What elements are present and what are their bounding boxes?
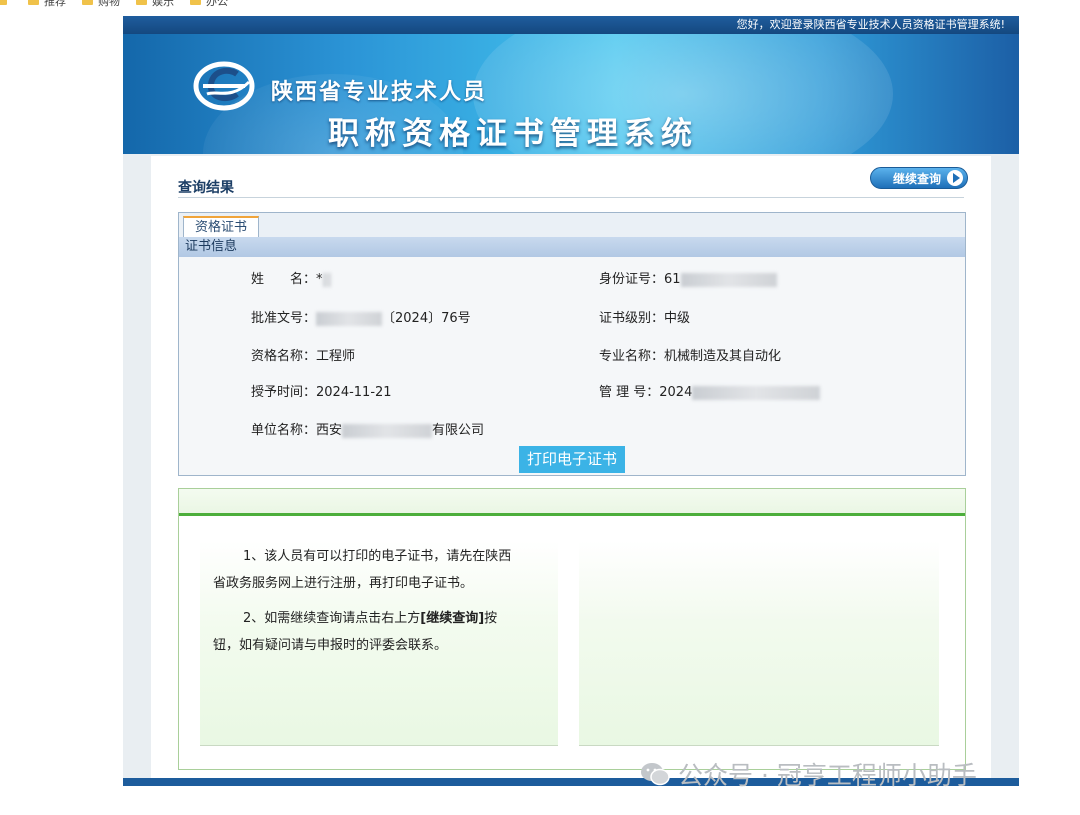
field-grant-date: 授予时间：2024-11-21	[251, 385, 392, 400]
field-id-number: 身份证号：61	[599, 268, 777, 287]
bookmark-item[interactable]: 娱乐	[136, 0, 174, 9]
tab-qualification-certificate[interactable]: 资格证书	[183, 216, 259, 237]
folder-icon	[190, 0, 201, 5]
notice-header-bar	[179, 489, 965, 516]
field-major-name: 专业名称：机械制造及其自动化	[599, 349, 782, 364]
notice-paragraph-1: 1、该人员有可以打印的电子证书，请先在陕西 省政务服务网上进行注册，再打印电子证…	[213, 549, 512, 591]
main-content: 查询结果 继续查询 资格证书 证书信息 姓 名：* 身份证号：61 批准文号：〔…	[151, 156, 991, 786]
bookmark-item[interactable]	[0, 0, 12, 5]
folder-icon	[0, 0, 7, 5]
notice-box: 1、该人员有可以打印的电子证书，请先在陕西 省政务服务网上进行注册，再打印电子证…	[178, 488, 966, 770]
notice-right-panel	[579, 541, 939, 746]
field-certificate-level: 证书级别：中级	[599, 311, 691, 326]
tab-bar: 资格证书	[179, 213, 965, 238]
certificate-panel: 资格证书 证书信息 姓 名：* 身份证号：61 批准文号： 〔2024〕76号 证…	[178, 212, 966, 476]
continue-query-button[interactable]: 继续查询	[870, 167, 968, 189]
page-container: 您好，欢迎登录陕西省专业技术人员资格证书管理系统! 陕西省专业技术人员 职称资格…	[123, 16, 1019, 786]
section-header: 证书信息	[179, 237, 965, 257]
result-title: 查询结果	[178, 180, 234, 196]
continue-query-reference: [继续查询]	[420, 611, 485, 626]
bookmark-item[interactable]: 推荐	[28, 0, 66, 9]
field-qualification-name: 资格名称：工程师	[251, 349, 356, 364]
folder-icon	[136, 0, 147, 5]
field-unit-name: 单位名称：西安 有限公司	[251, 423, 485, 438]
field-approval-number: 批准文号： 〔2024〕76号	[251, 311, 471, 326]
header-banner: 陕西省专业技术人员 职称资格证书管理系统	[123, 34, 1019, 154]
play-arrow-icon	[947, 170, 963, 186]
system-title-line2: 职称资格证书管理系统	[328, 116, 698, 152]
print-certificate-button[interactable]: 打印电子证书	[519, 446, 625, 473]
notice-paragraph-2: 2、如需继续查询请点击右上方[继续查询]按 钮，如有疑问请与申报时的评委会联系。	[213, 611, 498, 653]
welcome-strip: 您好，欢迎登录陕西省专业技术人员资格证书管理系统!	[123, 16, 1019, 34]
system-logo-icon	[193, 61, 255, 111]
folder-icon	[82, 0, 93, 5]
system-title-line1: 陕西省专业技术人员	[271, 80, 488, 105]
field-name: 姓 名：*	[251, 268, 331, 287]
result-header: 查询结果 继续查询	[178, 167, 968, 198]
welcome-text: 您好，欢迎登录陕西省专业技术人员资格证书管理系统!	[736, 18, 1005, 31]
bookmark-item[interactable]: 办公	[190, 0, 228, 9]
folder-icon	[28, 0, 39, 5]
bookmark-item[interactable]: 购物	[82, 0, 120, 9]
field-management-number: 管 理 号：2024	[599, 381, 821, 400]
watermark: 公众号 · 冠亨工程师小助手	[640, 756, 977, 792]
wechat-icon	[641, 763, 670, 786]
bookmarks-bar: 推荐 购物 娱乐 办公	[0, 0, 1080, 8]
